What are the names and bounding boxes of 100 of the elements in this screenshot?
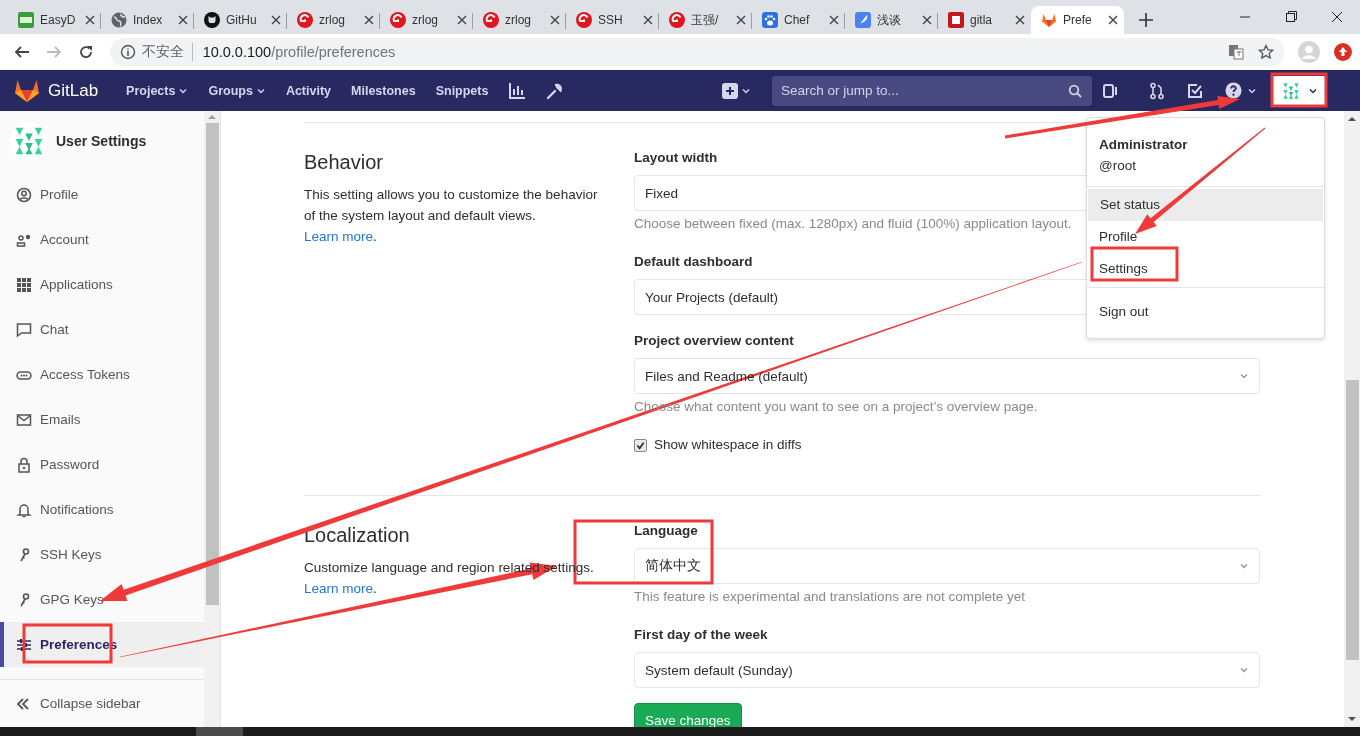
nav-link[interactable]: Activity [275, 83, 342, 98]
field-label: Default dashboard [634, 253, 753, 271]
select-field[interactable]: System default (Sunday) [634, 652, 1260, 688]
sidebar-item[interactable]: Profile [0, 172, 204, 217]
section-title: Localization [304, 524, 411, 547]
chevron-down-icon [1239, 665, 1249, 675]
sliders-icon [16, 636, 32, 653]
close-icon[interactable] [457, 15, 467, 25]
browser-tab[interactable]: 玉强/ [659, 6, 752, 34]
address-bar[interactable]: 不安全 10.0.0.100/profile/preferences [109, 38, 1285, 66]
sidebar-item[interactable]: Chat [0, 307, 204, 352]
fox-logo-icon[interactable] [14, 78, 40, 103]
letter-circle-icon [669, 12, 685, 28]
sidebar-scrollbar[interactable] [204, 111, 221, 727]
close-icon[interactable] [550, 15, 560, 25]
sidebar-item[interactable]: SSH Keys [0, 532, 204, 577]
annotation-box [1270, 72, 1328, 108]
letter-circle-icon [297, 12, 313, 28]
bell-icon [16, 501, 32, 518]
nav-link[interactable]: Milestones [341, 83, 426, 98]
nav-link[interactable]: Groups [198, 83, 276, 98]
sidebar-item[interactable]: Password [0, 442, 204, 487]
close-icon[interactable] [178, 15, 188, 25]
security-label: 不安全 [141, 43, 193, 61]
quill-icon [855, 12, 871, 28]
back-arrow-icon[interactable] [13, 44, 30, 60]
search-field[interactable]: Search or jump to... [772, 75, 1092, 106]
close-icon[interactable] [829, 15, 839, 25]
close-icon[interactable] [271, 15, 281, 25]
nav-link[interactable]: Projects [116, 83, 199, 98]
search-icon [1068, 83, 1082, 98]
help-text: Choose between fixed (max. 1280px) and fluid (100%) application layout. [634, 215, 1073, 233]
sidebar-item[interactable]: Emails [0, 397, 204, 442]
avatar-icon [10, 121, 48, 160]
square-icon [948, 12, 964, 28]
upload-icon[interactable] [1334, 43, 1352, 61]
new-menu-button[interactable] [722, 82, 751, 99]
reload-icon[interactable] [77, 44, 94, 60]
browser-tab[interactable]: Prefe [1031, 6, 1124, 34]
close-icon[interactable] [643, 15, 653, 25]
sidebar-item[interactable]: Notifications [0, 487, 204, 532]
sidebar-item[interactable]: Applications [0, 262, 204, 307]
select-field[interactable]: Files and Readme (default) [634, 358, 1260, 394]
nav-link[interactable]: Snippets [425, 83, 499, 98]
learn-more-link[interactable]: Learn more [304, 581, 374, 596]
plus-square-icon [722, 82, 738, 99]
field-label: Layout width [634, 149, 718, 167]
checkbox[interactable] [634, 438, 647, 452]
page-scrollbar[interactable] [1344, 111, 1360, 727]
sidebar-item[interactable]: Access Tokens [0, 352, 204, 397]
browser-tab[interactable]: zrlog [287, 6, 380, 34]
browser-tab[interactable]: Chef [752, 6, 845, 34]
sidebar-title: User Settings [56, 132, 147, 149]
letter-circle-icon [483, 12, 499, 28]
grid-icon [16, 276, 32, 293]
close-icon[interactable] [736, 15, 746, 25]
browser-tab[interactable]: 浅谈 [845, 6, 938, 34]
cat-silhouette-icon [204, 12, 220, 28]
user-circle-icon [16, 186, 32, 203]
learn-more-link[interactable]: Learn more [304, 229, 374, 244]
sidebar-item[interactable]: Account [0, 217, 204, 262]
chevron-down-icon [1239, 561, 1249, 571]
letter-circle-icon [576, 12, 592, 28]
globe-icon [111, 12, 127, 28]
browser-tab[interactable]: gitla [938, 6, 1031, 34]
help-icon [1225, 82, 1242, 99]
close-icon[interactable] [1015, 15, 1025, 25]
browser-tab[interactable]: zrlog [473, 6, 566, 34]
double-chevron-left-icon [16, 696, 30, 711]
plus-icon[interactable] [1138, 12, 1154, 28]
close-icon[interactable] [922, 15, 932, 25]
browser-tab[interactable]: GitHu [194, 6, 287, 34]
help-text: This feature is experimental and translations are not complete yet [634, 588, 1026, 606]
menu-item[interactable]: Set status [1088, 189, 1323, 221]
brand-name[interactable]: GitLab [48, 80, 99, 101]
star-icon[interactable] [1258, 44, 1275, 60]
user-menu-button[interactable] [1272, 75, 1326, 106]
url-path: /profile/preferences [271, 44, 396, 60]
spreadsheet-icon [18, 12, 34, 28]
checkbox-label: Show whitespace in diffs [654, 436, 802, 454]
menu-item[interactable]: Profile [1087, 221, 1324, 253]
chat-bubble-icon [16, 321, 32, 338]
field-label: First day of the week [634, 626, 768, 644]
browser-tab[interactable]: zrlog [380, 6, 473, 34]
section-title: Behavior [304, 151, 384, 174]
close-icon[interactable] [364, 15, 374, 25]
lock-icon [16, 456, 32, 473]
browser-tab[interactable]: Index [101, 6, 194, 34]
close-icon[interactable] [1108, 15, 1118, 25]
field-label: Project overview content [634, 332, 794, 350]
browser-tab[interactable]: EasyD [8, 6, 101, 34]
translate-icon[interactable] [1228, 44, 1245, 60]
field-label: Language [634, 522, 698, 540]
info-icon[interactable] [119, 44, 136, 60]
username: @root [1099, 157, 1137, 175]
browser-tab[interactable]: SSH [566, 6, 659, 34]
close-icon[interactable] [85, 15, 95, 25]
envelope-icon [16, 411, 32, 428]
select-field[interactable]: 简体中文 [634, 548, 1260, 584]
sidebar-item[interactable]: GPG Keys [0, 577, 204, 622]
